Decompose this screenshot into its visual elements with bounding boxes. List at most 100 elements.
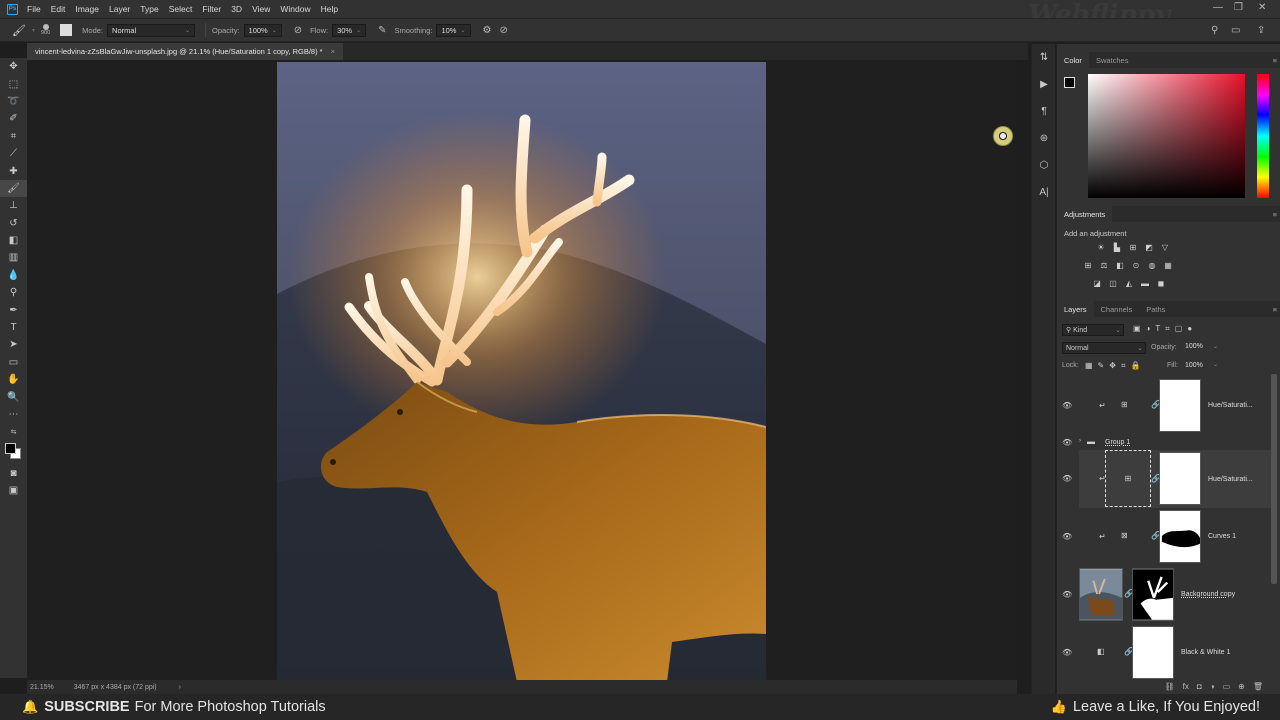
document-tab[interactable]: vincent-ledvina-zZsBlaGwJiw-unsplash.jpg… xyxy=(27,43,343,60)
opacity-field[interactable]: 100% ⌄ xyxy=(243,23,282,37)
layers-scrollbar[interactable] xyxy=(1271,374,1277,584)
new-layer-icon[interactable]: ⊕ xyxy=(1238,682,1245,691)
visibility-eye-icon[interactable]: 👁 xyxy=(1062,438,1072,447)
blur-tool-icon[interactable]: 💧 xyxy=(0,267,27,284)
layer-name[interactable]: Background copy xyxy=(1181,591,1235,598)
canvas-area[interactable] xyxy=(27,60,1017,680)
mode-select[interactable]: Normal ⌄ xyxy=(107,23,196,37)
tab-adjustments[interactable]: Adjustments xyxy=(1057,206,1113,222)
visibility-eye-icon[interactable]: 👁 xyxy=(1062,401,1072,410)
color-picker-field[interactable] xyxy=(1088,74,1245,198)
new-group-icon[interactable]: ▭ xyxy=(1223,682,1231,691)
history-icon[interactable]: ⇅ xyxy=(1032,44,1056,71)
canvas-image[interactable] xyxy=(277,62,766,680)
status-arrow-icon[interactable]: › xyxy=(179,684,181,691)
pressure-opacity-icon[interactable]: ⊘ xyxy=(294,25,302,36)
crop-tool-icon[interactable]: ⌗ xyxy=(0,128,27,145)
minimize-icon[interactable]: — xyxy=(1213,2,1223,13)
swap-colors-icon[interactable]: ⇆ xyxy=(0,423,27,440)
photo-filter-icon[interactable]: ⊙ xyxy=(1130,261,1143,270)
link-layers-icon[interactable]: ⛓ xyxy=(1165,682,1175,691)
vibrance-icon[interactable]: ▽ xyxy=(1159,243,1172,252)
lasso-tool-icon[interactable]: ➰ xyxy=(0,93,27,110)
fx-icon[interactable]: fx xyxy=(1183,682,1189,691)
healing-brush-tool-icon[interactable]: ✚ xyxy=(0,162,27,179)
panel-menu-icon[interactable]: ≡ xyxy=(1273,305,1277,314)
menu-view[interactable]: View xyxy=(252,4,270,14)
visibility-eye-icon[interactable]: 👁 xyxy=(1062,532,1072,541)
paragraph-icon[interactable]: ¶ xyxy=(1032,98,1056,125)
gear-icon[interactable]: ⚙ xyxy=(483,25,492,36)
more-tools-icon[interactable]: ⋯ xyxy=(0,406,27,423)
move-tool-icon[interactable]: ✥ xyxy=(0,58,27,75)
curves-icon[interactable]: ⊞ xyxy=(1127,243,1140,252)
hand-tool-icon[interactable]: ✋ xyxy=(0,371,27,388)
layer-mask-thumbnail[interactable] xyxy=(1132,626,1174,679)
layer-mask-thumbnail[interactable] xyxy=(1159,379,1201,432)
layer-row[interactable]: 👁 ↵ ⊠ 🔗 Curves 1 xyxy=(1057,509,1271,565)
layer-mask-thumbnail[interactable] xyxy=(1159,452,1201,505)
blend-mode-select[interactable]: Normal ⌄ xyxy=(1062,342,1146,354)
menu-select[interactable]: Select xyxy=(169,4,193,14)
layer-mask-thumbnail[interactable] xyxy=(1159,510,1201,563)
group-expand-icon[interactable]: › xyxy=(1079,438,1081,444)
pressure-size-icon[interactable]: ⊘ xyxy=(499,25,507,36)
layer-row[interactable]: 👁 ↵ ⊞ 🔗 Hue/Saturati... xyxy=(1057,378,1271,434)
panel-menu-icon[interactable]: ≡ xyxy=(1273,56,1277,65)
layer-opacity-field[interactable]: 100% xyxy=(1185,343,1203,350)
tab-paths[interactable]: Paths xyxy=(1139,301,1172,317)
foreground-color[interactable] xyxy=(1064,77,1075,88)
quick-select-tool-icon[interactable]: ✐ xyxy=(0,110,27,127)
layer-row-selected[interactable]: ↵ ⊞ 🔗 Hue/Saturati... xyxy=(1079,450,1271,508)
share-icon[interactable]: ⇪ xyxy=(1257,25,1265,36)
visibility-eye-icon[interactable]: 👁 xyxy=(1062,648,1072,657)
layer-filter-icons[interactable]: ▣◑T⌗▢● xyxy=(1133,324,1197,334)
layer-filter-select[interactable]: ⚲ Kind ⌄ xyxy=(1062,324,1124,336)
hue-saturation-icon[interactable]: ⊞ xyxy=(1082,261,1095,270)
menu-image[interactable]: Image xyxy=(75,4,99,14)
brush-settings-icon[interactable]: ⊛ xyxy=(1032,125,1056,152)
layer-group-row[interactable]: 👁 › ▬ Group 1 xyxy=(1057,435,1271,449)
exposure-icon[interactable]: ◩ xyxy=(1143,243,1156,252)
layer-name[interactable]: Curves 1 xyxy=(1208,533,1236,540)
color-swatches[interactable] xyxy=(0,441,27,465)
zoom-level[interactable]: 21.15% xyxy=(30,684,54,691)
threshold-icon[interactable]: ◭ xyxy=(1123,279,1136,288)
layer-row[interactable]: 👁 🔗 Background copy xyxy=(1057,567,1271,623)
actions-play-icon[interactable]: ▶ xyxy=(1032,71,1056,98)
gradient-map-icon[interactable]: ▬ xyxy=(1139,279,1152,288)
brush-tool-icon[interactable]: 🖌 xyxy=(0,179,27,198)
clone-stamp-tool-icon[interactable]: ⊥ xyxy=(0,197,27,214)
search-icon[interactable]: ⚲ xyxy=(1211,25,1218,36)
path-select-tool-icon[interactable]: ➤ xyxy=(0,336,27,353)
layer-name[interactable]: Group 1 xyxy=(1105,439,1130,446)
brush-settings-icon[interactable] xyxy=(60,24,73,36)
layer-name[interactable]: Hue/Saturati... xyxy=(1208,402,1253,409)
add-mask-icon[interactable]: ◘ xyxy=(1197,682,1202,691)
brush-preset-picker[interactable]: 900 xyxy=(41,24,50,36)
tab-channels[interactable]: Channels xyxy=(1094,301,1140,317)
menu-type[interactable]: Type xyxy=(140,4,158,14)
selective-color-icon[interactable]: ◼ xyxy=(1155,279,1168,288)
invert-icon[interactable]: ◪ xyxy=(1091,279,1104,288)
layer-mask-thumbnail[interactable] xyxy=(1132,568,1174,621)
type-tool-icon[interactable]: T xyxy=(0,319,27,336)
fill-field[interactable]: 100% xyxy=(1185,362,1203,369)
gradient-tool-icon[interactable]: ▥ xyxy=(0,249,27,266)
smoothing-field[interactable]: 10% ⌄ xyxy=(436,23,471,37)
levels-icon[interactable]: ▙ xyxy=(1111,243,1124,252)
new-adjustment-icon[interactable]: ◑ xyxy=(1210,682,1215,691)
posterize-icon[interactable]: ◫ xyxy=(1107,279,1120,288)
black-white-icon[interactable]: ◧ xyxy=(1114,261,1127,270)
tab-layers[interactable]: Layers xyxy=(1057,301,1094,317)
workspace-icon[interactable]: ▭ xyxy=(1231,25,1240,36)
pen-tool-icon[interactable]: ✒ xyxy=(0,301,27,318)
brightness-icon[interactable]: ☀ xyxy=(1095,243,1108,252)
marquee-tool-icon[interactable]: ⬚ xyxy=(0,75,27,92)
airbrush-icon[interactable]: ✎ xyxy=(378,25,386,36)
layer-thumbnail[interactable] xyxy=(1079,568,1123,621)
color-lookup-icon[interactable]: ▦ xyxy=(1162,261,1175,270)
hue-slider[interactable] xyxy=(1257,74,1269,198)
flow-field[interactable]: 30% ⌄ xyxy=(332,23,367,37)
close-icon[interactable]: ✕ xyxy=(1258,2,1266,13)
